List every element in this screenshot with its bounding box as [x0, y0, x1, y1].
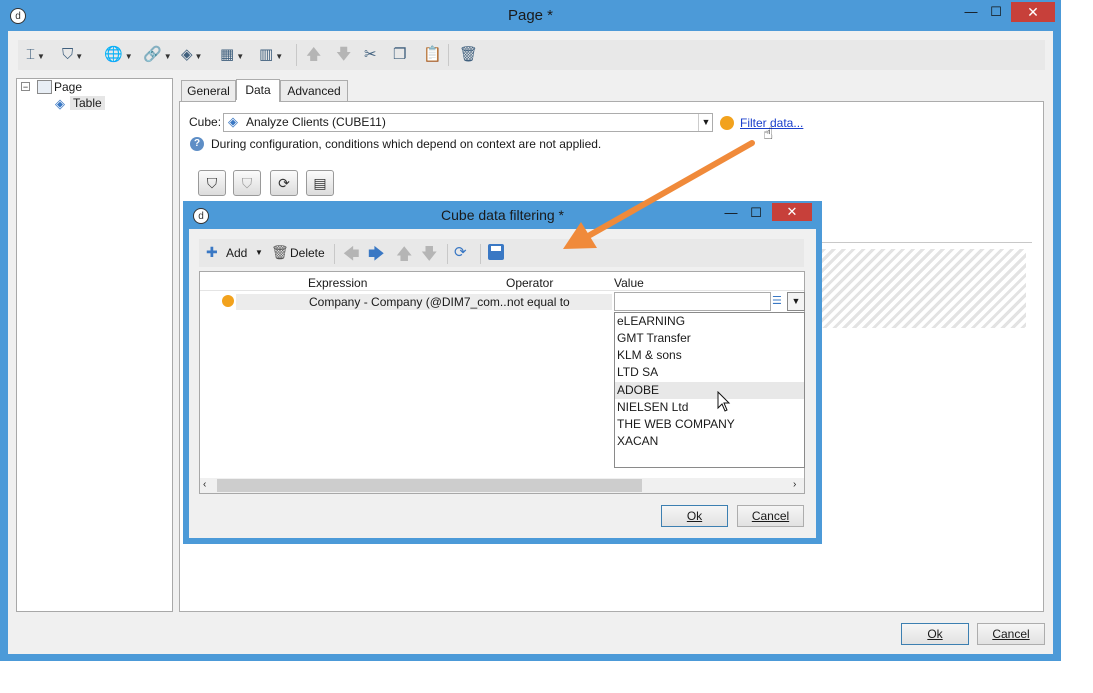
- page-icon: [37, 80, 52, 94]
- move-down-icon[interactable]: 🡇: [336, 44, 351, 66]
- toolbar-separator: [447, 244, 448, 264]
- column-header-value[interactable]: Value: [614, 276, 644, 290]
- arrow-down-icon[interactable]: 🡇: [421, 243, 437, 270]
- collapse-icon[interactable]: −: [21, 82, 30, 92]
- column-header-operator[interactable]: Operator: [506, 276, 553, 290]
- arrow-left-icon[interactable]: 🡄: [343, 243, 360, 270]
- arrow-up-icon[interactable]: 🡅: [396, 243, 412, 270]
- row-operator: not equal to: [507, 295, 570, 309]
- mouse-pointer-icon: [717, 391, 731, 412]
- info-icon: ?: [190, 137, 204, 151]
- divider: [822, 242, 1032, 243]
- list-item[interactable]: KLM & sons: [617, 347, 682, 364]
- cube-value: Analyze Clients (CUBE11): [246, 115, 386, 129]
- cube-icon: ◈: [228, 114, 238, 129]
- save-icon[interactable]: [488, 244, 504, 260]
- main-toolbar: [18, 40, 1045, 70]
- value-input[interactable]: [614, 292, 771, 311]
- tab-data[interactable]: Data: [236, 79, 280, 102]
- paste-icon[interactable]: 📋: [423, 44, 442, 66]
- status-dot: [222, 295, 234, 307]
- filter-tool-icon[interactable]: ⛉ ▼: [62, 44, 83, 66]
- ok-button[interactable]: Ok: [901, 623, 969, 645]
- window-title: Page *: [507, 7, 554, 24]
- column-header-expression[interactable]: Expression: [308, 276, 367, 290]
- toolbar-separator: [296, 44, 297, 66]
- chevron-down-icon[interactable]: ▼: [698, 114, 713, 131]
- toolbar-separator: [480, 244, 481, 264]
- maximize-icon[interactable]: ☐: [749, 203, 763, 223]
- scrollbar-thumb[interactable]: [217, 479, 642, 492]
- list-item[interactable]: XACAN: [617, 433, 658, 450]
- preview-placeholder: [822, 249, 1026, 328]
- header-divider: [200, 290, 804, 291]
- refresh-button[interactable]: ⟳: [270, 170, 298, 196]
- globe-icon[interactable]: 🌐 ▼: [104, 44, 133, 66]
- scroll-right-icon[interactable]: ›: [793, 479, 796, 490]
- tree-item-table[interactable]: Table: [70, 96, 105, 110]
- close-icon[interactable]: ✕: [1011, 2, 1055, 22]
- list-item[interactable]: LTD SA: [617, 364, 658, 381]
- tree-item-page[interactable]: Page: [54, 80, 82, 94]
- link-icon[interactable]: 🔗 ▼: [143, 44, 172, 66]
- arrow-right-icon[interactable]: 🡆: [368, 243, 385, 270]
- minimize-icon[interactable]: —: [963, 2, 979, 22]
- tab-advanced[interactable]: Advanced: [280, 80, 348, 101]
- dialog-ok-button[interactable]: Ok: [661, 505, 728, 527]
- scroll-left-icon[interactable]: ‹: [203, 479, 206, 490]
- columns-icon[interactable]: ▥ ▼: [259, 44, 283, 66]
- close-icon[interactable]: ✕: [772, 203, 812, 221]
- status-dot: [720, 116, 734, 130]
- cancel-button[interactable]: Cancel: [977, 623, 1045, 645]
- cube-label: Cube:: [189, 115, 222, 129]
- text-cursor-icon[interactable]: ⌶ ▼: [26, 44, 45, 66]
- tab-general[interactable]: General: [181, 80, 236, 101]
- filter-button[interactable]: ⛉: [233, 170, 261, 196]
- move-up-icon[interactable]: 🡅: [306, 44, 321, 66]
- delete-button[interactable]: Delete: [290, 246, 325, 260]
- tree-panel: [16, 78, 173, 612]
- list-item[interactable]: THE WEB COMPANY: [617, 416, 735, 433]
- chevron-down-icon[interactable]: ▼: [255, 248, 263, 257]
- grid-icon[interactable]: ▦ ▼: [220, 44, 244, 66]
- cube-icon[interactable]: ◈ ▼: [181, 44, 202, 66]
- list-item[interactable]: eLEARNING: [617, 313, 685, 330]
- add-button[interactable]: Add: [226, 246, 247, 260]
- trash-icon: 🗑: [271, 244, 289, 260]
- maximize-icon[interactable]: ☐: [988, 2, 1004, 22]
- table-settings-button[interactable]: ▤: [306, 170, 334, 196]
- minimize-icon[interactable]: —: [724, 203, 738, 223]
- list-item[interactable]: ADOBE: [617, 382, 659, 399]
- toolbar-separator: [448, 44, 449, 66]
- dialog-cancel-button[interactable]: Cancel: [737, 505, 804, 527]
- refresh-icon[interactable]: ⟳: [454, 243, 467, 261]
- hand-cursor-icon: ☝: [763, 124, 774, 143]
- add-icon: ✚: [206, 244, 218, 260]
- cut-icon[interactable]: ✂: [364, 44, 377, 66]
- cube-icon: ◈: [55, 96, 65, 111]
- trash-icon[interactable]: 🗑: [459, 44, 478, 66]
- list-icon[interactable]: ☰: [772, 294, 782, 307]
- copy-icon[interactable]: ❐: [393, 44, 406, 66]
- add-filter-button[interactable]: ⛉: [198, 170, 226, 196]
- list-item[interactable]: NIELSEN Ltd: [617, 399, 688, 416]
- info-text: During configuration, conditions which d…: [211, 137, 602, 151]
- tab-connector: [236, 100, 279, 102]
- row-expression: Company - Company (@DIM7_com...: [309, 295, 510, 309]
- toolbar-separator: [334, 244, 335, 264]
- list-item[interactable]: GMT Transfer: [617, 330, 691, 347]
- chevron-down-icon[interactable]: ▼: [787, 292, 805, 311]
